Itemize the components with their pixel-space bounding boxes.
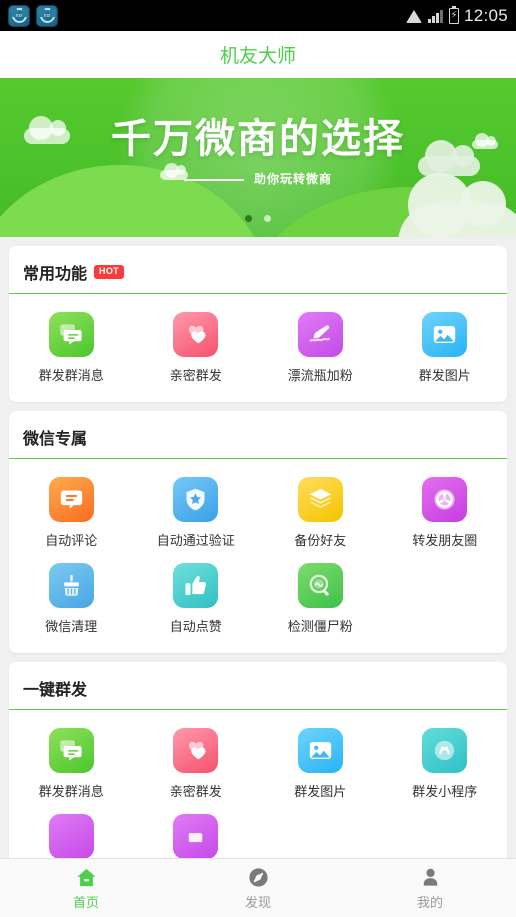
banner-subline: 助你玩转微商	[0, 170, 516, 187]
status-bar-right-icons: ⚡ 12:05	[405, 5, 508, 26]
carousel-dot[interactable]	[264, 215, 272, 222]
tab-label: 我的	[416, 894, 443, 910]
section-card-wechat-exclusive: 微信专属 自动评论 自动通过验证 备份好友 转发朋友圈 微信清理 自动点赞 检测…	[9, 411, 507, 653]
feature-grid: 群发群消息 亲密群发 群发图片 群发小程序	[9, 710, 507, 858]
feature-item-partial-2[interactable]	[134, 808, 259, 858]
section-card-common-features: 常用功能 HOT 群发群消息 亲密群发 漂流瓶加粉 群发图片	[9, 246, 507, 402]
photo-icon	[422, 312, 468, 357]
feature-label: 漂流瓶加粉	[287, 368, 353, 383]
tab-home[interactable]: 首页	[0, 859, 172, 917]
feature-item-qunfaqunxiaoxi-2[interactable]: 群发群消息	[9, 722, 134, 808]
layers-icon	[297, 477, 343, 522]
chat-bubbles-icon	[48, 728, 94, 773]
chat-bubbles-icon	[48, 312, 94, 357]
tab-discover[interactable]: 发现	[172, 859, 344, 917]
tab-label: 发现	[244, 894, 271, 910]
feature-item-qunfatupian[interactable]: 群发图片	[383, 306, 508, 392]
hearts-icon	[173, 728, 219, 773]
app-icon-1: rox	[8, 4, 30, 27]
partial-icon-1	[48, 814, 94, 858]
feature-label: 转发朋友圈	[412, 533, 478, 548]
feature-item-zhuanfapengyouquan[interactable]: 转发朋友圈	[383, 471, 508, 557]
feature-label: 自动通过验证	[156, 533, 235, 548]
feature-label: 检测僵尸粉	[287, 619, 353, 634]
thumbs-up-icon	[173, 563, 219, 608]
feature-label: 群发群消息	[38, 784, 104, 799]
section-title: 微信专属	[23, 431, 88, 448]
home-icon	[75, 866, 98, 889]
tab-label: 首页	[72, 894, 99, 910]
status-bar-left-icons: rox rox	[8, 4, 58, 27]
person-icon	[419, 866, 442, 889]
feature-item-qinmiqunfa-2[interactable]: 亲密群发	[134, 722, 259, 808]
feature-item-zidongtongguoyanzheng[interactable]: 自动通过验证	[134, 471, 259, 557]
section-header: 一键群发	[9, 662, 507, 710]
app-icon-2: rox	[36, 4, 58, 27]
status-bar-clock: 12:05	[463, 5, 508, 25]
feature-label: 群发图片	[418, 368, 471, 383]
feature-item-qinmiqunfa[interactable]: 亲密群发	[134, 306, 259, 392]
feature-label: 群发群消息	[38, 368, 104, 383]
signal-icon	[427, 9, 444, 23]
mini-program-icon	[422, 728, 468, 773]
feature-item-beifenhaoyou[interactable]: 备份好友	[258, 471, 383, 557]
hot-badge: HOT	[94, 265, 124, 279]
feature-item-zidongdianzan[interactable]: 自动点赞	[134, 557, 259, 643]
feature-item-zidongpinglun[interactable]: 自动评论	[9, 471, 134, 557]
feature-label: 亲密群发	[169, 368, 222, 383]
feature-item-qunfatupian-2[interactable]: 群发图片	[258, 722, 383, 808]
section-header: 常用功能 HOT	[9, 246, 507, 294]
feature-item-jiancejiangshifen[interactable]: 检测僵尸粉	[258, 557, 383, 643]
battery-bolt-glyph: ⚡	[450, 9, 458, 21]
feature-grid: 自动评论 自动通过验证 备份好友 转发朋友圈 微信清理 自动点赞 检测僵尸粉	[9, 459, 507, 643]
feature-grid: 群发群消息 亲密群发 漂流瓶加粉 群发图片	[9, 294, 507, 392]
shield-star-icon	[173, 477, 219, 522]
page-title: 机友大师	[219, 46, 296, 67]
feature-label: 自动评论	[45, 533, 98, 548]
section-title: 一键群发	[23, 682, 88, 699]
carousel-dots[interactable]	[0, 209, 516, 227]
wifi-icon	[405, 9, 423, 23]
comment-icon	[48, 477, 94, 522]
section-card-one-key-mass-send: 一键群发 群发群消息 亲密群发 群发图片 群发小程序	[9, 662, 507, 858]
section-header: 微信专属	[9, 411, 507, 459]
banner-headline: 千万微商的选择	[111, 116, 405, 162]
section-title: 常用功能	[23, 266, 88, 283]
photo-icon	[297, 728, 343, 773]
hearts-icon	[173, 312, 219, 357]
feature-label: 备份好友	[294, 533, 347, 548]
feature-item-qunfaxiaochengxu[interactable]: 群发小程序	[383, 722, 508, 808]
main-scroll-area[interactable]: 千万微商的选择 助你玩转微商 常用功能 HOT 群发群消息 亲密群发 漂流瓶加粉…	[0, 78, 516, 858]
feature-item-partial-1[interactable]	[9, 808, 134, 858]
feature-label: 自动点赞	[169, 619, 222, 634]
compass-icon	[247, 866, 270, 889]
feature-label: 亲密群发	[169, 784, 222, 799]
feature-label: 群发图片	[294, 784, 347, 799]
aperture-icon	[422, 477, 468, 522]
tab-profile[interactable]: 我的	[344, 859, 516, 917]
feature-item-weixinqingli[interactable]: 微信清理	[9, 557, 134, 643]
banner-subline-text: 助你玩转微商	[253, 172, 332, 186]
feature-item-qunfaqunxiaoxi[interactable]: 群发群消息	[9, 306, 134, 392]
carousel-dot-active[interactable]	[244, 215, 252, 222]
status-bar: rox rox ⚡ 12:05	[0, 0, 516, 31]
app-bar: 机友大师	[0, 31, 516, 78]
promo-banner-carousel[interactable]: 千万微商的选择 助你玩转微商	[0, 78, 516, 237]
drift-bottle-icon	[297, 312, 343, 357]
broom-icon	[48, 563, 94, 608]
feature-item-piaoliupingjiafen[interactable]: 漂流瓶加粉	[258, 306, 383, 392]
feature-label: 微信清理	[45, 619, 98, 634]
partial-icon-2	[173, 814, 219, 858]
battery-charging-icon: ⚡	[448, 5, 459, 24]
feature-label: 群发小程序	[412, 784, 478, 799]
search-zombie-icon	[297, 563, 343, 608]
bottom-tab-bar: 首页 发现 我的	[0, 858, 516, 917]
